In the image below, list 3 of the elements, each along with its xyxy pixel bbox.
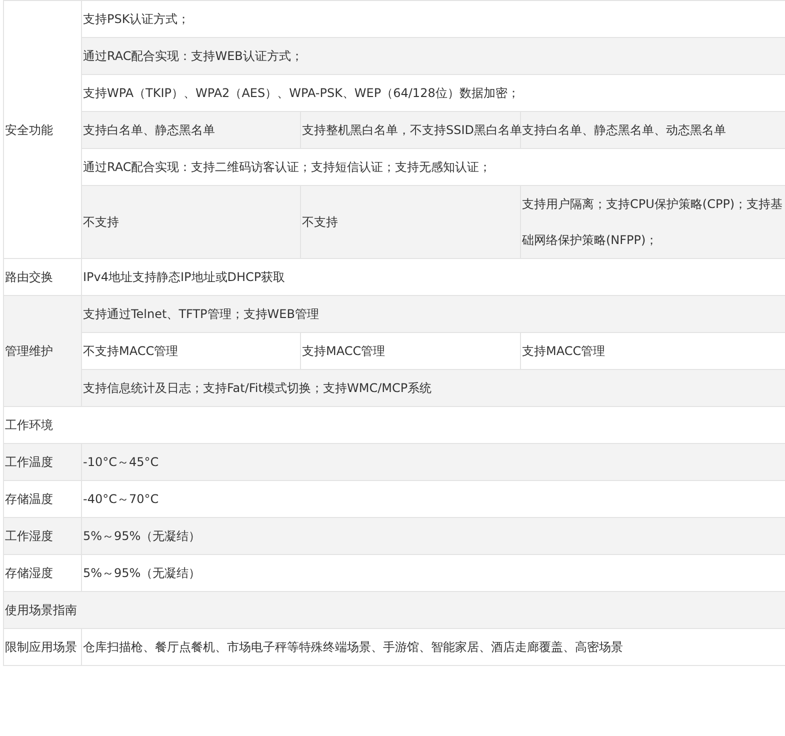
table-cell: 支持PSK认证方式； bbox=[82, 0, 785, 38]
row-label: 限制应用场景 bbox=[4, 628, 82, 666]
row-label: 安全功能 bbox=[4, 0, 82, 258]
